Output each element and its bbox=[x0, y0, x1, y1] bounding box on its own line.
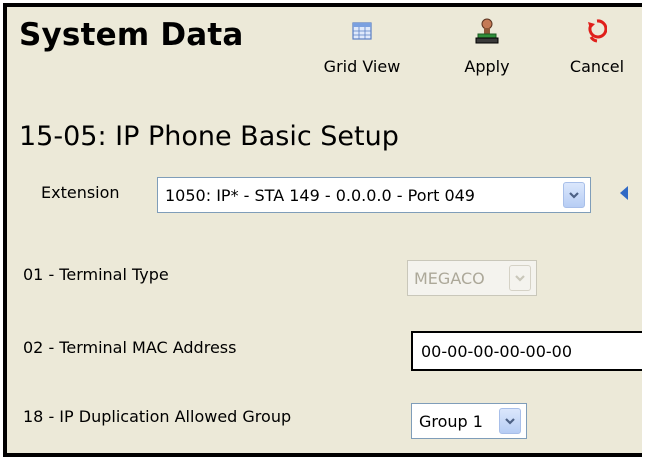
cancel-label: Cancel bbox=[569, 57, 625, 76]
cancel-button[interactable]: Cancel bbox=[552, 17, 642, 89]
apply-button[interactable]: Apply bbox=[447, 17, 527, 89]
apply-label: Apply bbox=[464, 57, 510, 76]
dup-group-label: 18 - IP Duplication Allowed Group bbox=[23, 407, 292, 426]
grid-view-icon bbox=[348, 17, 376, 45]
dup-group-select[interactable]: Group 1 bbox=[411, 403, 527, 439]
chevron-down-icon[interactable] bbox=[499, 408, 521, 434]
grid-view-button[interactable]: Grid View bbox=[317, 17, 407, 89]
cancel-icon bbox=[583, 17, 611, 45]
extension-select[interactable]: 1050: IP* - STA 149 - 0.0.0.0 - Port 049 bbox=[157, 177, 591, 213]
mac-address-label: 02 - Terminal MAC Address bbox=[23, 338, 237, 357]
terminal-type-label: 01 - Terminal Type bbox=[23, 265, 169, 284]
program-heading: 15-05: IP Phone Basic Setup bbox=[19, 121, 399, 152]
extension-selected-value: 1050: IP* - STA 149 - 0.0.0.0 - Port 049 bbox=[165, 185, 475, 205]
mac-address-input[interactable] bbox=[411, 331, 642, 371]
dup-group-value: Group 1 bbox=[419, 411, 483, 431]
apply-stamp-icon bbox=[473, 17, 501, 45]
extension-label: Extension bbox=[41, 183, 120, 202]
page-title: System Data bbox=[19, 17, 244, 53]
chevron-down-icon[interactable] bbox=[563, 182, 585, 208]
terminal-type-select: MEGACO bbox=[407, 260, 537, 296]
system-data-panel: System Data Grid View Apply Cancel 15-05… bbox=[3, 3, 642, 457]
chevron-down-icon bbox=[509, 265, 531, 291]
previous-arrow-icon[interactable] bbox=[619, 185, 629, 205]
terminal-type-value: MEGACO bbox=[414, 268, 485, 288]
grid-view-label: Grid View bbox=[323, 57, 401, 76]
